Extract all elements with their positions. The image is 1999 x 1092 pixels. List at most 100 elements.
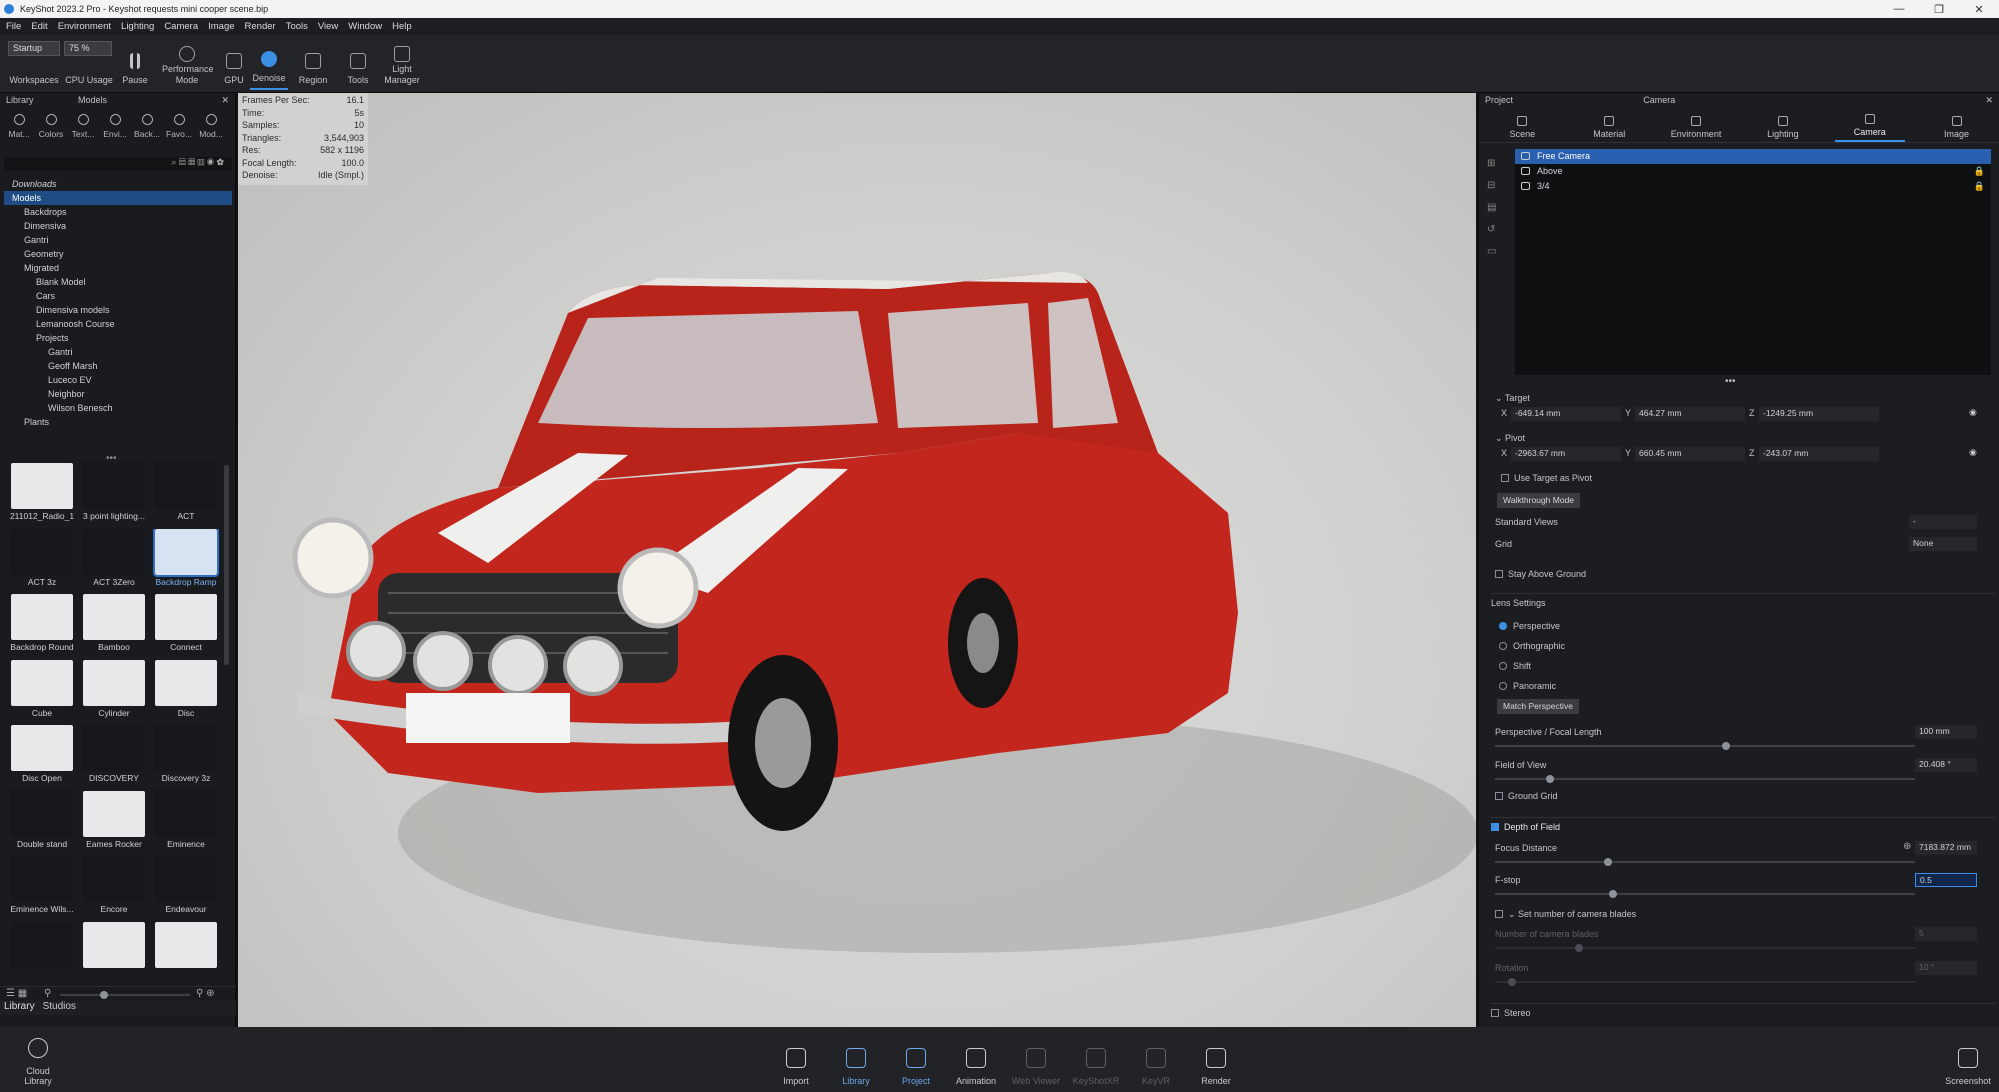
light-manager-button[interactable]: Light Manager [380,38,424,90]
animation-button[interactable]: Animation [948,1033,1004,1089]
render-viewport[interactable]: Frames Per Sec: 16.1 Time: 5s Samples: 10 Tria… [238,93,1476,1027]
tree-item[interactable]: Backdrops [4,205,232,219]
field-of-view-field[interactable]: 20.408 ° [1915,758,1977,772]
library-thumbnail[interactable] [6,921,78,988]
gpu-button[interactable]: GPU [220,38,248,90]
menu-tools[interactable]: Tools [286,21,308,32]
library-thumbnail[interactable]: ACT 3z [6,528,78,595]
camera-list-item[interactable]: Above 🔒 [1515,164,1991,179]
library-thumbnail[interactable]: Backdrop Round [6,594,78,660]
maximize-button[interactable]: ❐ [1919,3,1959,16]
tree-item[interactable]: Lemanoosh Course [4,317,232,331]
performance-mode-button[interactable]: Performance Mode [156,38,218,90]
target-y-field[interactable]: 464.27 mm [1635,407,1745,421]
import-button[interactable]: Import [768,1033,824,1089]
menu-camera[interactable]: Camera [164,21,198,32]
library-category-tab[interactable]: Envi... [100,109,130,139]
tree-item[interactable]: Downloads [4,177,232,191]
library-thumbnail[interactable]: ACT 3Zero [78,528,150,595]
library-tools-icons[interactable]: ⌕ ▤ ▦ ▥ ◉ ✿ [171,157,224,168]
stereo-header[interactable]: Stereo [1491,1003,1996,1018]
menu-help[interactable]: Help [392,21,412,32]
library-thumbnail[interactable] [150,921,222,988]
library-thumbnail[interactable]: Encore [78,856,150,922]
library-thumbnail[interactable]: Endeavour [150,856,222,922]
tree-item[interactable]: Dimensiva [4,219,232,233]
library-category-tab[interactable]: Back... [132,109,162,139]
project-button[interactable]: Project [888,1033,944,1089]
list-view-icon[interactable]: ☰ ▦ [6,988,27,999]
library-thumbnail[interactable]: Bamboo [78,594,150,660]
cloud-library-button[interactable]: Cloud Library [14,1033,62,1089]
tree-item[interactable]: Migrated [4,261,232,275]
pivot-section-label[interactable]: ⌄ Pivot [1495,433,1991,444]
tree-item[interactable]: Plants [4,415,232,429]
lock-icon[interactable]: 🔒 [1974,179,1985,194]
tree-item[interactable]: Neighbor [4,387,232,401]
ground-grid-checkbox[interactable]: Ground Grid [1495,791,1991,801]
tab-studios[interactable]: Studios [43,1001,76,1015]
library-thumbnail[interactable]: Eminence Wils... [6,856,78,922]
library-thumbnail[interactable]: DISCOVERY [78,725,150,791]
field-of-view-slider[interactable] [1495,775,1915,783]
tree-item[interactable]: Dimensiva models [4,303,232,317]
screenshot-button[interactable]: Screenshot [1940,1033,1996,1089]
menu-window[interactable]: Window [348,21,382,32]
tree-item[interactable]: Blank Model [4,275,232,289]
camera-list-tools[interactable]: ⊞ ⊟ ▤ ↺ ▭ [1487,153,1501,263]
zoom-out-icon[interactable]: ⚲ [44,988,51,999]
library-thumbnail[interactable]: Double stand [6,790,78,857]
use-target-pivot-checkbox[interactable]: Use Target as Pivot [1501,473,1997,483]
library-button[interactable]: Library [828,1033,884,1089]
region-button[interactable]: Region [294,38,332,90]
library-thumbnail[interactable]: 3 point lighting... [78,463,150,529]
tab-image[interactable]: Image [1922,109,1992,142]
lens-radio-perspective[interactable]: Perspective [1499,621,1995,631]
tree-item[interactable]: Models [4,191,232,205]
library-thumbnail[interactable]: Cylinder [78,659,150,726]
tree-item[interactable]: Geoff Marsh [4,359,232,373]
tree-item[interactable]: Projects [4,331,232,345]
keyvr-button[interactable]: KeyVR [1128,1033,1184,1089]
fstop-slider[interactable] [1495,890,1915,898]
library-category-tab[interactable]: Favo... [164,109,194,139]
keyshotxr-button[interactable]: KeyShotXR [1068,1033,1124,1089]
menu-file[interactable]: File [6,21,21,32]
minimize-button[interactable]: — [1879,3,1919,15]
tree-item[interactable]: Gantri [4,233,232,247]
library-category-tab[interactable]: Mat... [4,109,34,139]
target-pick-icon[interactable]: ◉ [1969,407,1977,418]
library-category-tab[interactable]: Colors [36,109,66,139]
splitter-handle-icon[interactable]: ••• [1725,376,1736,387]
target-z-field[interactable]: -1249.25 mm [1759,407,1879,421]
menu-environment[interactable]: Environment [58,21,111,32]
library-thumbnail[interactable]: Backdrop Ramp [150,528,222,595]
lens-radio-orthographic[interactable]: Orthographic [1499,641,1995,651]
library-thumbnail[interactable]: Discovery 3z [150,725,222,791]
library-thumbnail[interactable] [78,921,150,988]
library-thumbnail[interactable]: Disc [150,659,222,726]
menu-lighting[interactable]: Lighting [121,21,154,32]
library-thumbnail[interactable]: ACT [150,463,222,529]
tab-camera[interactable]: Camera [1834,109,1905,142]
focal-length-field[interactable]: 100 mm [1915,725,1977,739]
focus-pick-icon[interactable]: ⊕ [1903,841,1911,852]
web-viewer-button[interactable]: Web Viewer [1008,1033,1064,1089]
camera-list-item[interactable]: 3/4 🔒 [1515,179,1991,194]
panel-close-icon[interactable]: ✕ [221,95,229,106]
tab-scene[interactable]: Scene [1487,109,1557,142]
menu-view[interactable]: View [318,21,338,32]
depth-of-field-header[interactable]: Depth of Field [1491,817,1996,832]
library-category-tab[interactable]: Text... [68,109,98,139]
match-perspective-button[interactable]: Match Perspective [1497,699,1579,714]
pause-button[interactable]: Pause [118,38,152,90]
library-thumbnail[interactable]: Connect [150,594,222,660]
library-category-tab[interactable]: Mod... [196,109,226,139]
pivot-x-field[interactable]: -2963.67 mm [1511,447,1621,461]
panel-close-icon[interactable]: ✕ [1985,95,1993,106]
close-button[interactable]: ✕ [1959,3,1999,16]
stay-above-ground-checkbox[interactable]: Stay Above Ground [1495,569,1991,579]
zoom-in-icon[interactable]: ⚲ ⊕ [196,988,214,999]
camera-list-item[interactable]: Free Camera [1515,149,1991,164]
tab-lighting[interactable]: Lighting [1748,109,1818,142]
